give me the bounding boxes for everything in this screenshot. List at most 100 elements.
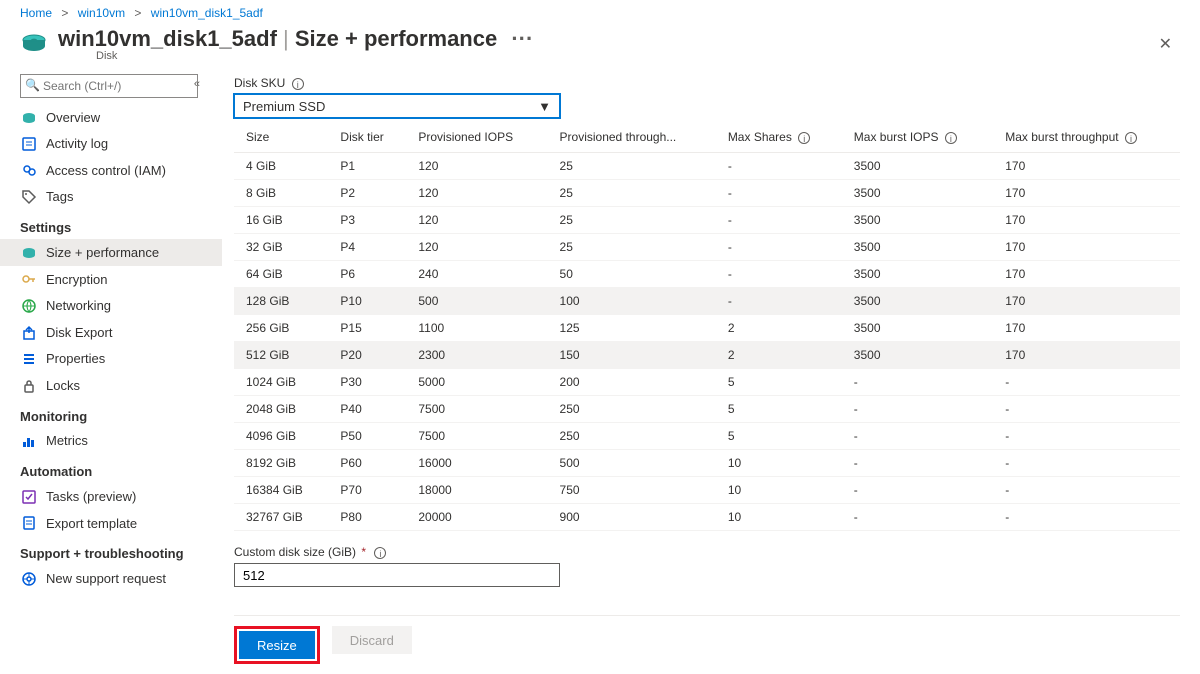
sku-cell-iops: 120: [406, 234, 547, 261]
chevron-right-icon: >: [134, 6, 141, 20]
sku-cell-shares: 5: [716, 423, 842, 450]
sku-row[interactable]: 32767 GiBP802000090010--: [234, 504, 1180, 531]
chevron-right-icon: >: [61, 6, 68, 20]
nav-item-label: Metrics: [46, 433, 88, 448]
sku-row[interactable]: 32 GiBP412025-3500170: [234, 234, 1180, 261]
sku-row[interactable]: 2048 GiBP4075002505--: [234, 396, 1180, 423]
sku-cell-tier: P20: [328, 342, 406, 369]
nav-item-properties[interactable]: Properties: [0, 346, 222, 373]
sku-cell-shares: -: [716, 153, 842, 180]
column-header: Provisioned through...: [548, 124, 716, 153]
breadcrumb-link[interactable]: win10vm: [78, 6, 125, 20]
sku-cell-tier: P15: [328, 315, 406, 342]
sku-cell-biops: 3500: [842, 342, 993, 369]
iam-icon: [20, 162, 38, 179]
sku-row[interactable]: 4096 GiBP5075002505--: [234, 423, 1180, 450]
sku-cell-btp: -: [993, 396, 1180, 423]
sku-cell-shares: -: [716, 207, 842, 234]
sku-row[interactable]: 4 GiBP112025-3500170: [234, 153, 1180, 180]
sku-cell-btp: -: [993, 450, 1180, 477]
sku-cell-biops: -: [842, 504, 993, 531]
sku-cell-shares: -: [716, 288, 842, 315]
sku-cell-iops: 120: [406, 180, 547, 207]
sku-cell-btp: 170: [993, 261, 1180, 288]
nav-group-title: Settings: [0, 210, 222, 239]
nav-item-new-support-request[interactable]: New support request: [0, 565, 222, 592]
sku-cell-shares: 2: [716, 342, 842, 369]
nav-item-networking[interactable]: Networking: [0, 292, 222, 319]
sku-row[interactable]: 256 GiBP15110012523500170: [234, 315, 1180, 342]
sku-cell-tp: 250: [548, 396, 716, 423]
sku-cell-biops: 3500: [842, 315, 993, 342]
sku-cell-tp: 500: [548, 450, 716, 477]
breadcrumb-link[interactable]: Home: [20, 6, 52, 20]
sku-row[interactable]: 512 GiBP20230015023500170: [234, 342, 1180, 369]
nav-item-access-control-iam-[interactable]: Access control (IAM): [0, 157, 222, 184]
sku-cell-tp: 750: [548, 477, 716, 504]
nav-item-encryption[interactable]: Encryption: [0, 266, 222, 293]
sku-cell-tp: 250: [548, 423, 716, 450]
sku-cell-btp: -: [993, 369, 1180, 396]
nav-item-export-template[interactable]: Export template: [0, 510, 222, 537]
nav-item-locks[interactable]: Locks: [0, 372, 222, 399]
sku-cell-size: 1024 GiB: [234, 369, 328, 396]
sku-row[interactable]: 8 GiBP212025-3500170: [234, 180, 1180, 207]
sku-cell-shares: 10: [716, 450, 842, 477]
sku-cell-iops: 7500: [406, 423, 547, 450]
sku-cell-biops: -: [842, 423, 993, 450]
template-icon: [20, 515, 38, 532]
sku-row[interactable]: 16384 GiBP701800075010--: [234, 477, 1180, 504]
sku-cell-tier: P40: [328, 396, 406, 423]
key-icon: [20, 271, 38, 288]
sku-row[interactable]: 16 GiBP312025-3500170: [234, 207, 1180, 234]
custom-disk-size-input[interactable]: [234, 563, 560, 587]
info-icon[interactable]: i: [374, 547, 386, 559]
breadcrumb-link[interactable]: win10vm_disk1_5adf: [151, 6, 263, 20]
sku-row[interactable]: 128 GiBP10500100-3500170: [234, 288, 1180, 315]
disk-sku-dropdown[interactable]: Premium SSD ▼: [234, 94, 560, 118]
sku-cell-tp: 150: [548, 342, 716, 369]
sku-cell-btp: 170: [993, 288, 1180, 315]
sku-cell-size: 256 GiB: [234, 315, 328, 342]
sku-cell-tp: 200: [548, 369, 716, 396]
discard-button[interactable]: Discard: [332, 626, 412, 654]
disk-icon: [20, 244, 38, 261]
close-blade-button[interactable]: ✕: [1151, 30, 1180, 58]
sku-cell-btp: -: [993, 504, 1180, 531]
sku-cell-btp: 170: [993, 180, 1180, 207]
menu-search-input[interactable]: [20, 74, 198, 98]
info-icon[interactable]: i: [945, 132, 957, 144]
sku-cell-biops: 3500: [842, 261, 993, 288]
info-icon[interactable]: i: [1125, 132, 1137, 144]
sku-cell-size: 512 GiB: [234, 342, 328, 369]
nav-item-overview[interactable]: Overview: [0, 104, 222, 131]
more-menu-icon[interactable]: ···: [511, 26, 533, 51]
nav-item-activity-log[interactable]: Activity log: [0, 131, 222, 158]
nav-item-tasks-preview-[interactable]: Tasks (preview): [0, 483, 222, 510]
sku-cell-btp: 170: [993, 207, 1180, 234]
sku-cell-iops: 120: [406, 153, 547, 180]
sku-row[interactable]: 1024 GiBP3050002005--: [234, 369, 1180, 396]
sku-cell-iops: 16000: [406, 450, 547, 477]
resize-button[interactable]: Resize: [239, 631, 315, 659]
sku-cell-iops: 7500: [406, 396, 547, 423]
info-icon[interactable]: i: [798, 132, 810, 144]
sku-cell-size: 8192 GiB: [234, 450, 328, 477]
sku-cell-biops: -: [842, 396, 993, 423]
sku-row[interactable]: 64 GiBP624050-3500170: [234, 261, 1180, 288]
page-header: win10vm_disk1_5adf | Size + performance …: [0, 20, 1200, 66]
sku-cell-tp: 25: [548, 234, 716, 261]
sku-cell-biops: -: [842, 477, 993, 504]
nav-item-disk-export[interactable]: Disk Export: [0, 319, 222, 346]
info-icon[interactable]: i: [292, 78, 304, 90]
nav-item-label: Overview: [46, 110, 100, 125]
collapse-menu-icon[interactable]: «: [194, 78, 200, 90]
blade-footer: Resize Discard: [234, 615, 1180, 674]
nav-item-size-performance[interactable]: Size + performance: [0, 239, 222, 266]
lock-icon: [20, 377, 38, 394]
column-header: Provisioned IOPS: [406, 124, 547, 153]
nav-item-metrics[interactable]: Metrics: [0, 428, 222, 455]
sku-cell-size: 32 GiB: [234, 234, 328, 261]
nav-item-tags[interactable]: Tags: [0, 184, 222, 211]
sku-row[interactable]: 8192 GiBP601600050010--: [234, 450, 1180, 477]
